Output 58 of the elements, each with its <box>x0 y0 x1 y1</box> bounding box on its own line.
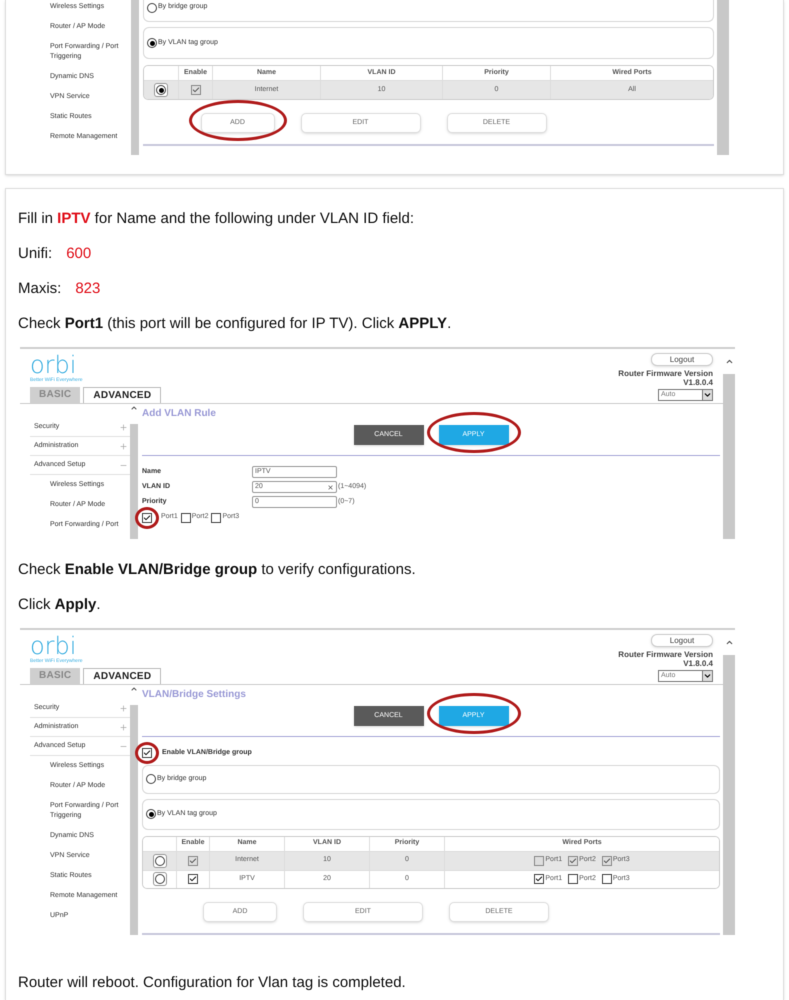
instruction-text: Router will reboot. Configuration for Vlan tag is completed. <box>18 973 407 993</box>
scroll-up-icon[interactable] <box>130 685 138 693</box>
radio-button[interactable] <box>147 2 157 12</box>
dropdown-icon <box>702 390 712 400</box>
checkbox[interactable] <box>568 874 578 884</box>
tab[interactable]: ADVANCED <box>83 668 162 684</box>
check-icon <box>143 514 151 522</box>
radio-button[interactable] <box>156 85 166 95</box>
scrollbar[interactable] <box>131 0 139 155</box>
instruction-text: Maxis: 823 <box>18 279 102 299</box>
checkbox[interactable] <box>188 874 198 884</box>
instruction-text: Fill in IPTV for Name and the following under VLAN ID field: <box>18 209 416 229</box>
check-icon <box>189 856 197 865</box>
checkbox[interactable] <box>142 512 152 522</box>
check-icon <box>602 856 611 865</box>
scroll-up-icon[interactable] <box>724 638 734 647</box>
firmware-version: V1.8.0.4 <box>683 659 713 668</box>
instruction-text: Check Port1 (this port will be configured for IP TV). Click APPLY. <box>18 314 452 334</box>
instruction-text: Click Apply. <box>18 595 102 615</box>
firmware-label: Router Firmware Version <box>618 369 713 378</box>
radio-button[interactable] <box>147 38 157 48</box>
checkbox[interactable] <box>534 856 544 866</box>
checkbox[interactable] <box>602 874 612 884</box>
check-icon <box>192 86 200 94</box>
logout-button[interactable]: Logout <box>651 634 713 647</box>
logout-button[interactable]: Logout <box>651 353 713 366</box>
check-icon <box>143 748 151 757</box>
section-title: VLAN/Bridge Settings <box>142 689 247 701</box>
radio-button[interactable] <box>154 874 164 884</box>
dropdown-icon <box>702 671 712 681</box>
scroll-up-icon[interactable] <box>130 404 138 412</box>
checkbox[interactable] <box>534 874 544 884</box>
firmware-label: Router Firmware Version <box>618 650 713 659</box>
check-icon <box>569 856 578 865</box>
firmware-version: V1.8.0.4 <box>683 378 713 387</box>
checkbox[interactable] <box>602 856 612 866</box>
scrollbar[interactable] <box>130 404 138 539</box>
instruction-text: Check Enable VLAN/Bridge group to verify configurations. <box>18 560 417 580</box>
checkbox[interactable] <box>211 512 222 522</box>
scrollbar[interactable] <box>130 685 138 935</box>
clear-icon[interactable] <box>327 484 334 491</box>
checkbox[interactable] <box>568 856 578 866</box>
check-icon <box>189 875 197 884</box>
scrollbar[interactable] <box>723 349 735 539</box>
orbi-logo: orbi <box>30 353 76 377</box>
section-title: Add VLAN Rule <box>142 408 217 420</box>
instruction-text: Unifi: 600 <box>18 244 92 264</box>
checkbox[interactable] <box>180 512 191 522</box>
scrollbar[interactable] <box>723 630 735 935</box>
check-icon <box>535 875 544 884</box>
checkbox[interactable] <box>142 748 152 758</box>
scrollbar[interactable] <box>717 0 729 155</box>
radio-button[interactable] <box>154 856 164 866</box>
tab[interactable]: ADVANCED <box>83 387 162 403</box>
radio-button[interactable] <box>146 774 156 784</box>
radio-button[interactable] <box>146 809 156 820</box>
orbi-logo: orbi <box>30 634 76 658</box>
scroll-up-icon[interactable] <box>724 357 734 366</box>
